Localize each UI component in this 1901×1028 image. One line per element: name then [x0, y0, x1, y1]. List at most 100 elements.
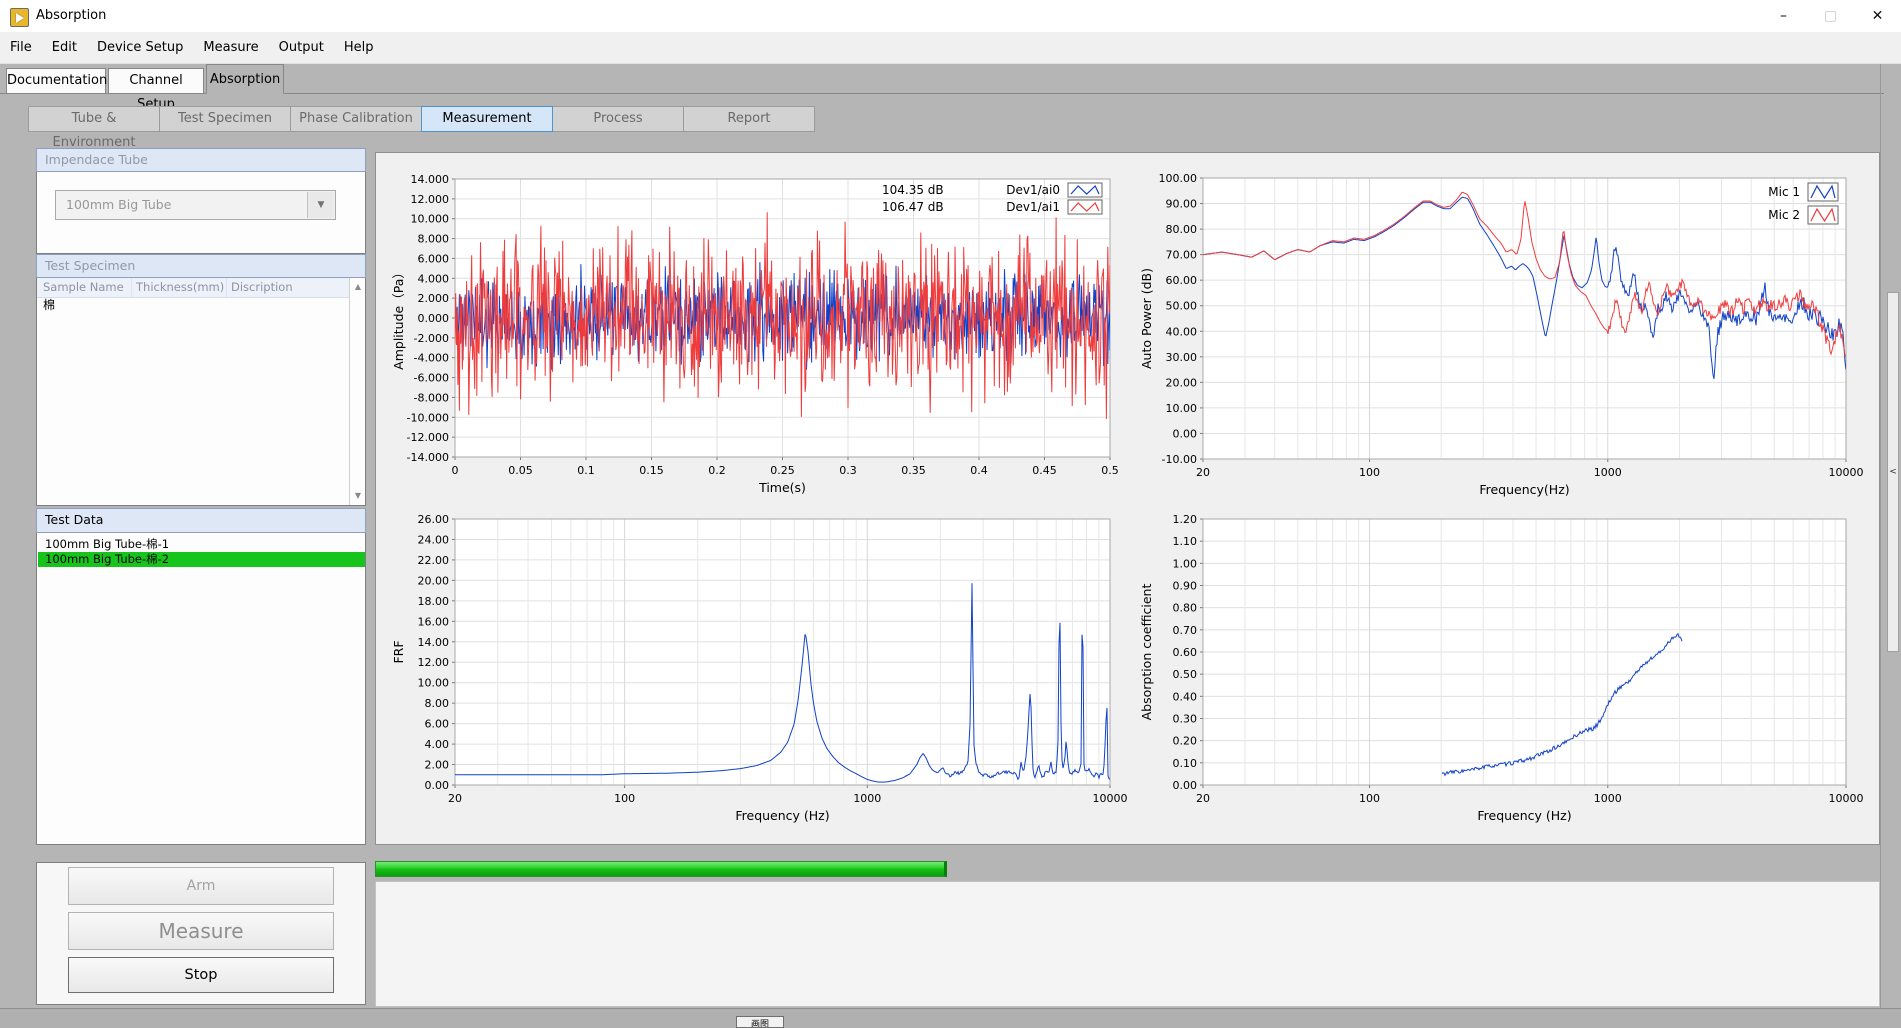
svg-text:0.00: 0.00 — [1173, 427, 1198, 440]
svg-text:2.00: 2.00 — [425, 759, 450, 772]
specimen-table-header: Sample Name Thickness(mm) Discription — [37, 278, 349, 298]
svg-text:20: 20 — [1196, 466, 1210, 479]
svg-text:FRF: FRF — [391, 640, 406, 663]
maximize-button[interactable]: ▢ — [1807, 0, 1854, 32]
svg-text:26.00: 26.00 — [418, 513, 450, 526]
chevron-down-icon[interactable]: ▼ — [307, 192, 334, 218]
collapse-panel-button[interactable]: < — [1887, 292, 1899, 652]
svg-text:0.10: 0.10 — [1173, 757, 1198, 770]
menu-output[interactable]: Output — [269, 32, 334, 63]
test-specimen-header: Test Specimen — [36, 254, 366, 278]
svg-text:12.000: 12.000 — [411, 193, 450, 206]
svg-text:22.00: 22.00 — [418, 554, 450, 567]
minimize-button[interactable]: – — [1760, 0, 1807, 32]
svg-text:0.80: 0.80 — [1173, 602, 1198, 615]
subtab-measurement[interactable]: Measurement — [421, 106, 553, 132]
tab-channel-setup[interactable]: Channel Setup — [108, 68, 204, 93]
svg-text:100: 100 — [1359, 466, 1380, 479]
col-thickness: Thickness(mm) — [132, 278, 227, 297]
svg-text:1000: 1000 — [1594, 466, 1622, 479]
svg-text:0.50: 0.50 — [1173, 668, 1198, 681]
svg-text:1.10: 1.10 — [1173, 535, 1198, 548]
test-data-item-1[interactable]: 100mm Big Tube-棉-1 — [38, 537, 365, 552]
svg-text:-14.000: -14.000 — [407, 451, 449, 464]
svg-text:106.47 dB: 106.47 dB — [882, 200, 944, 214]
bottom-window-strip — [0, 1008, 1901, 1028]
svg-text:70.00: 70.00 — [1166, 249, 1198, 262]
svg-text:0.00: 0.00 — [425, 779, 450, 792]
svg-text:0.3: 0.3 — [839, 464, 857, 477]
subtab-process[interactable]: Process — [552, 106, 684, 132]
svg-text:0.000: 0.000 — [418, 312, 450, 325]
svg-text:24.00: 24.00 — [418, 533, 450, 546]
svg-text:10.000: 10.000 — [411, 213, 450, 226]
svg-text:10000: 10000 — [1829, 466, 1864, 479]
menu-help[interactable]: Help — [334, 32, 384, 63]
svg-text:0.1: 0.1 — [577, 464, 595, 477]
subtab-tube-environment[interactable]: Tube & Environment — [28, 106, 160, 132]
chart-time-waveform: 14.00012.00010.0008.0006.0004.0002.0000.… — [391, 173, 1119, 495]
svg-text:1000: 1000 — [1594, 792, 1622, 805]
svg-text:20: 20 — [1196, 792, 1210, 805]
svg-text:104.35 dB: 104.35 dB — [882, 183, 944, 197]
subtab-report[interactable]: Report — [683, 106, 815, 132]
test-data-item-2-selected[interactable]: 100mm Big Tube-棉-2 — [38, 552, 365, 567]
bottom-fragment-tab[interactable]: 画图 — [736, 1016, 784, 1028]
measure-button[interactable]: Measure — [68, 912, 334, 950]
specimen-table-row[interactable]: 棉 — [37, 297, 349, 313]
bottom-panel — [375, 881, 1880, 1007]
svg-text:Frequency (Hz): Frequency (Hz) — [1477, 808, 1571, 823]
svg-text:Dev1/ai0: Dev1/ai0 — [1006, 183, 1060, 197]
specimen-table-scrollbar[interactable]: ▲ ▼ — [349, 278, 366, 505]
chart-absorption-coefficient: 1.201.101.000.900.800.700.600.500.400.30… — [1139, 513, 1864, 823]
svg-text:6.00: 6.00 — [425, 718, 450, 731]
progress-bar-fill — [375, 861, 947, 877]
svg-text:10.00: 10.00 — [1166, 402, 1198, 415]
test-data-header: Test Data — [36, 508, 366, 533]
app-window: Absorption – ▢ ✕ File Edit Device Setup … — [0, 0, 1901, 1028]
svg-text:18.00: 18.00 — [418, 595, 450, 608]
menu-device-setup[interactable]: Device Setup — [87, 32, 193, 63]
svg-text:0.25: 0.25 — [770, 464, 795, 477]
col-sample-name: Sample Name — [37, 278, 132, 297]
svg-text:-10.000: -10.000 — [407, 411, 449, 424]
col-discription: Discription — [227, 278, 349, 297]
scroll-up-icon[interactable]: ▲ — [350, 280, 366, 294]
svg-text:-4.000: -4.000 — [414, 352, 449, 365]
impedance-tube-header: Impendace Tube — [36, 148, 366, 172]
menu-measure[interactable]: Measure — [193, 32, 268, 63]
svg-text:50.00: 50.00 — [1166, 300, 1198, 313]
arm-button[interactable]: Arm — [68, 867, 334, 905]
tab-absorption[interactable]: Absorption — [206, 64, 284, 94]
progress-bar — [375, 861, 1880, 877]
menu-edit[interactable]: Edit — [42, 32, 87, 63]
right-divider — [1880, 64, 1881, 1008]
svg-text:14.000: 14.000 — [411, 173, 450, 186]
tab-documentation[interactable]: Documentation — [6, 68, 106, 93]
svg-text:100: 100 — [1359, 792, 1380, 805]
svg-text:100: 100 — [614, 792, 635, 805]
subtab-test-specimen[interactable]: Test Specimen — [159, 106, 291, 132]
svg-text:0.60: 0.60 — [1173, 646, 1198, 659]
svg-text:20.00: 20.00 — [1166, 376, 1198, 389]
svg-text:60.00: 60.00 — [1166, 274, 1198, 287]
svg-text:-10.00: -10.00 — [1162, 453, 1197, 466]
close-button[interactable]: ✕ — [1854, 0, 1901, 32]
svg-text:0.15: 0.15 — [639, 464, 664, 477]
sub-tab-strip: Tube & Environment Test Specimen Phase C… — [28, 106, 814, 132]
menu-file[interactable]: File — [0, 32, 42, 63]
svg-text:30.00: 30.00 — [1166, 351, 1198, 364]
tube-select[interactable]: 100mm Big Tube ▼ — [55, 190, 336, 220]
svg-text:Mic 2: Mic 2 — [1768, 208, 1800, 222]
svg-text:Amplitude（Pa）: Amplitude（Pa） — [391, 266, 406, 370]
svg-text:-2.000: -2.000 — [414, 332, 449, 345]
play-arrow-icon — [16, 13, 24, 23]
svg-text:20: 20 — [448, 792, 462, 805]
subtab-phase-calibration[interactable]: Phase Calibration — [290, 106, 422, 132]
stop-button[interactable]: Stop — [68, 957, 334, 993]
svg-text:8.00: 8.00 — [425, 697, 450, 710]
svg-text:-8.000: -8.000 — [414, 391, 449, 404]
svg-text:0.30: 0.30 — [1173, 713, 1198, 726]
tube-select-value: 100mm Big Tube — [66, 191, 171, 219]
scroll-down-icon[interactable]: ▼ — [350, 489, 366, 503]
